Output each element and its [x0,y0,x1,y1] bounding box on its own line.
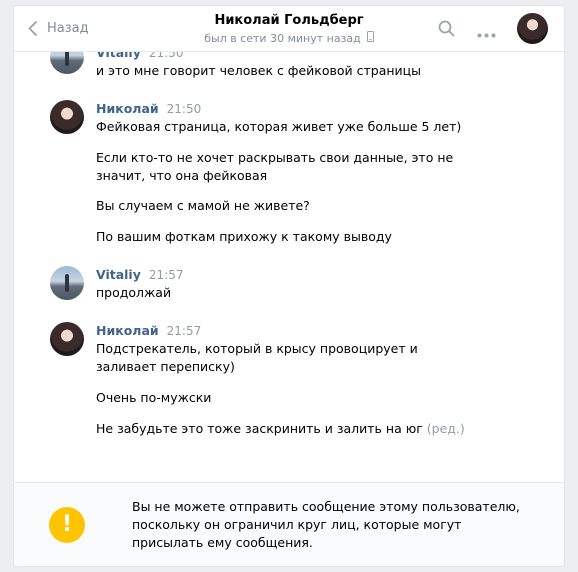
write-restricted-notice: ! Вы не можете отправить сообщение этому… [14,482,564,566]
more-icon[interactable] [477,27,496,42]
author-name[interactable]: Vitaliy [96,267,141,282]
contact-name[interactable]: Николай Гольдберг [14,13,564,28]
message-text-content: Не забудьте это тоже заскринить и залить… [96,421,423,436]
message-text: Подстрекатель, который в крысу провоциру… [96,341,418,374]
warning-icon: ! [49,507,85,543]
message-author[interactable]: Vitaliy 21:57 [96,267,183,282]
message-text: и это мне говорит человек с фейковой стр… [96,63,422,78]
search-icon[interactable] [438,20,455,41]
message-text: По вашим фоткам прихожу к такому выводу [96,229,392,244]
message-time[interactable]: 21:57 [167,324,202,338]
message-author[interactable]: Николай 21:50 [96,101,201,116]
phone-icon [366,31,374,45]
edited-marker[interactable]: (ред.) [427,421,465,436]
status-text: был в сети 30 минут назад [204,31,361,45]
avatar[interactable] [50,266,84,300]
message-time[interactable]: 21:50 [167,102,202,116]
author-name[interactable]: Николай [96,323,159,338]
message-author[interactable]: Николай 21:57 [96,323,201,338]
message-text: Вы случаем с мамой не живете? [96,198,310,213]
avatar[interactable] [50,322,84,356]
chat-header: Назад Николай Гольдберг был в сети 30 ми… [14,6,564,52]
notice-text: Вы не можете отправить сообщение этому п… [132,499,520,550]
message-text: Фейковая страница, которая живет уже бол… [96,119,462,134]
chat-panel: Назад Николай Гольдберг был в сети 30 ми… [13,5,565,567]
message-text: Если кто-то не хочет раскрывать свои дан… [96,150,454,183]
message-text: Очень по-мужски [96,390,212,405]
author-name[interactable]: Николай [96,101,159,116]
message-text: Не забудьте это тоже заскринить и залить… [96,420,476,438]
message-time[interactable]: 21:57 [149,268,184,282]
message-text: продолжай [96,285,172,300]
avatar[interactable] [50,100,84,134]
contact-avatar[interactable] [517,13,548,44]
